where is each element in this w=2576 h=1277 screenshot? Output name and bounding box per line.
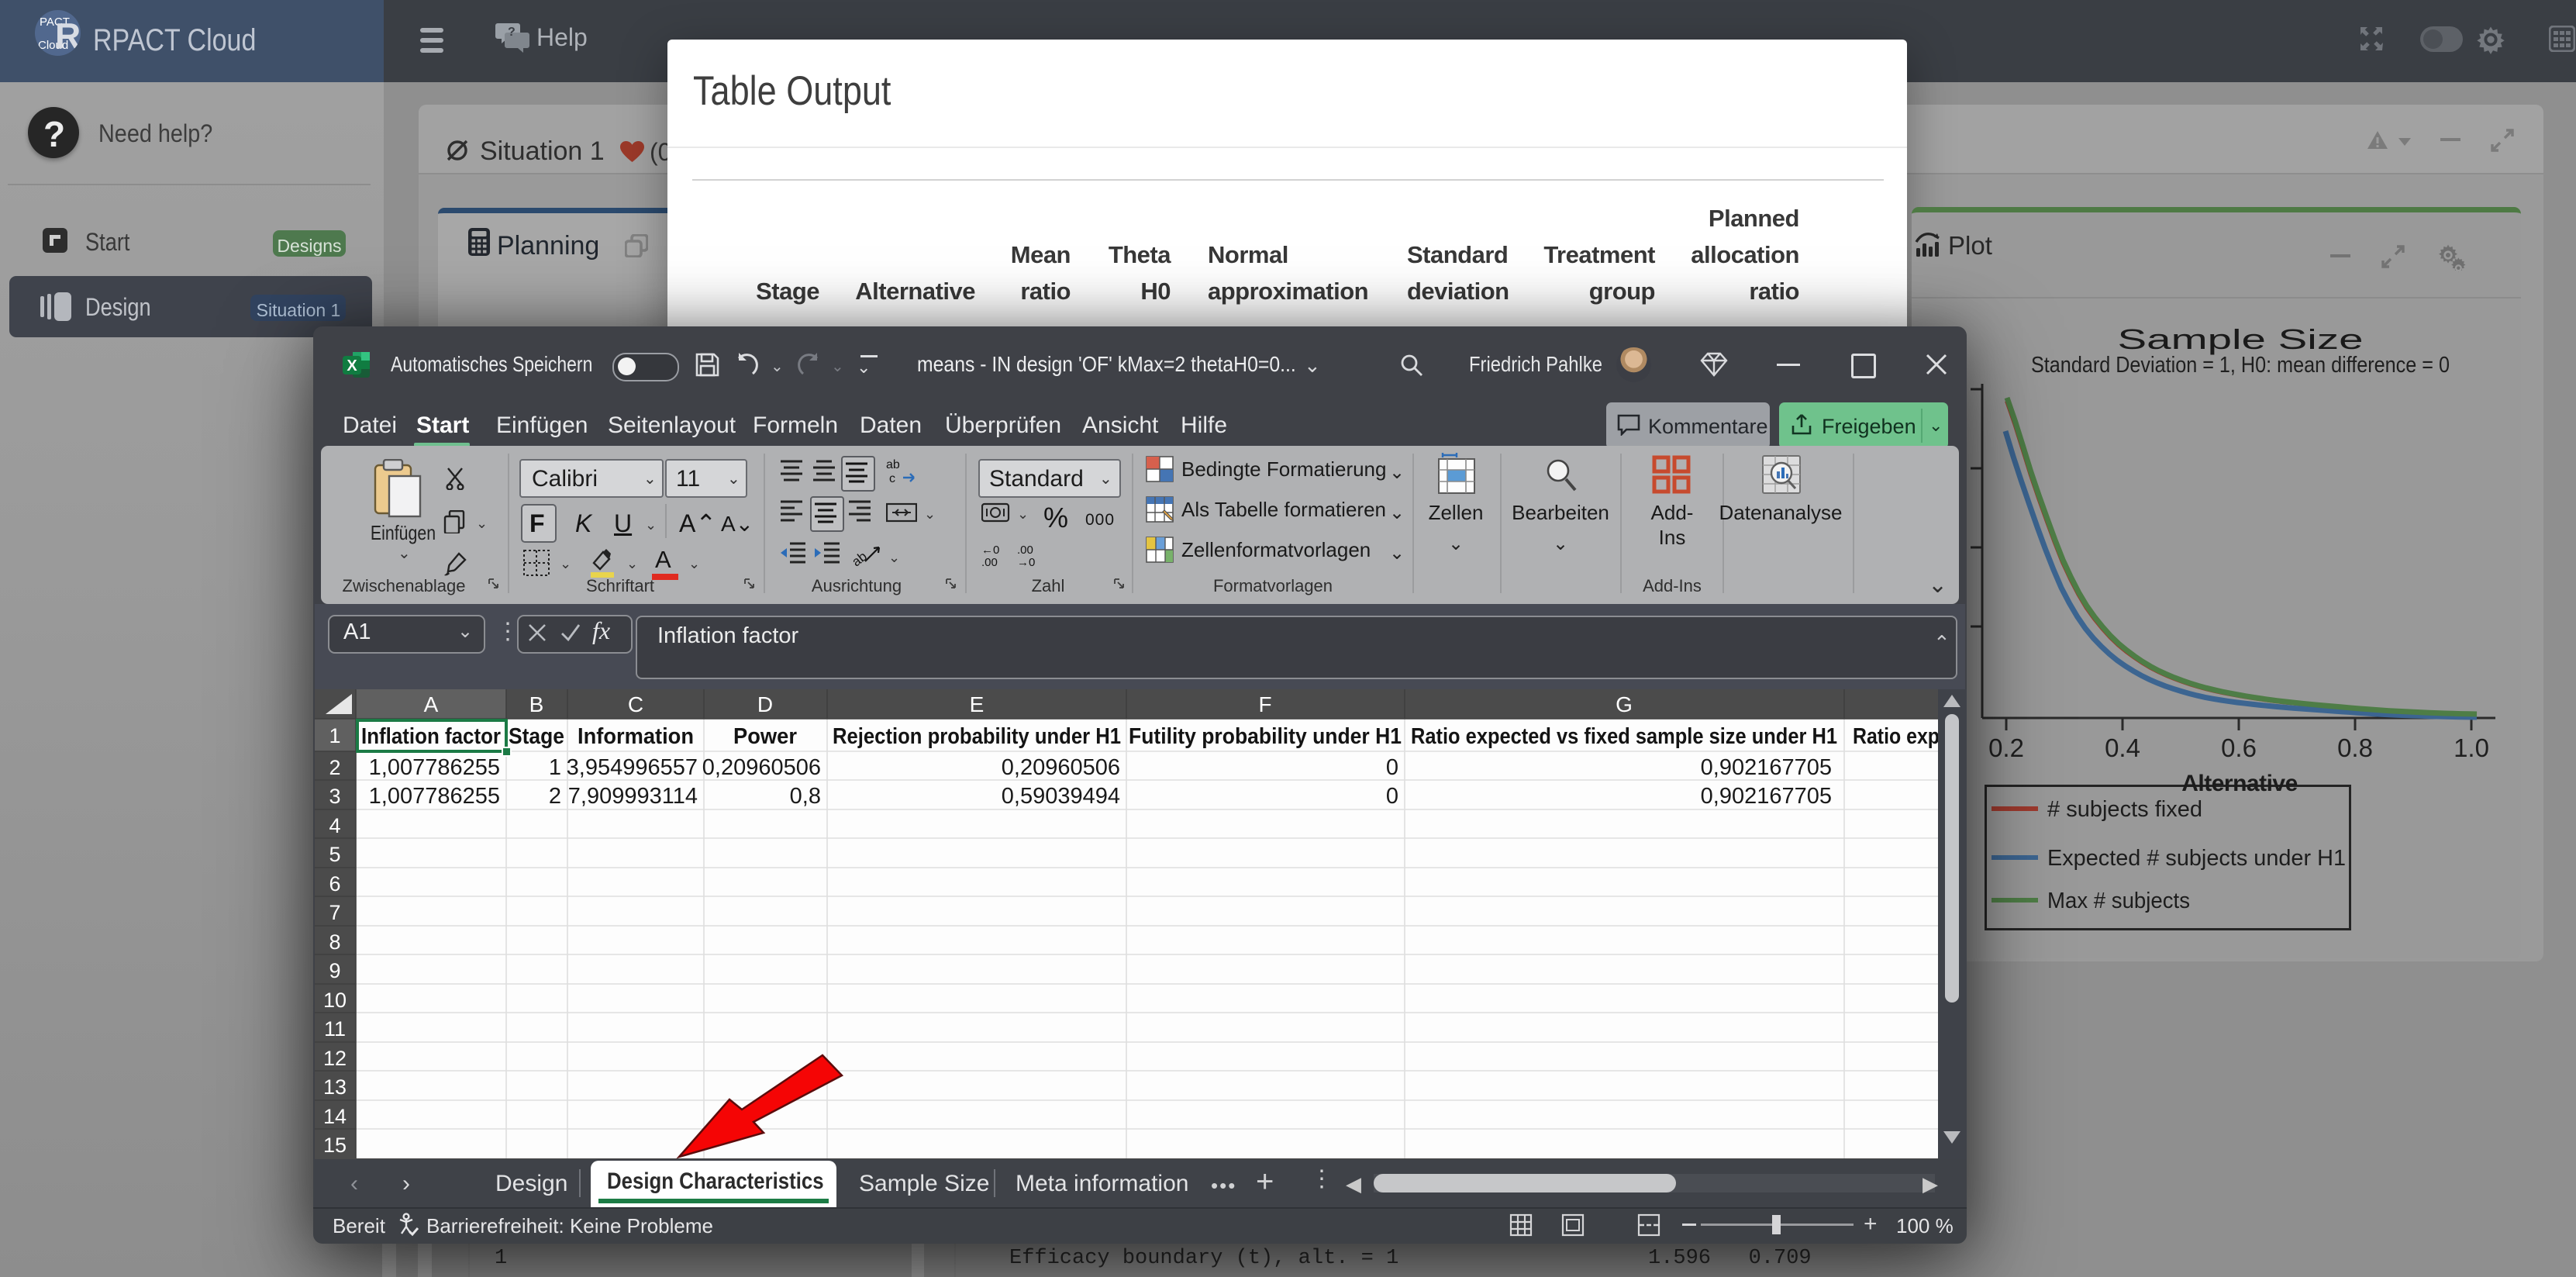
svg-text:6: 6 xyxy=(329,872,340,896)
svg-text:8: 8 xyxy=(329,930,340,954)
svg-text:Power: Power xyxy=(733,724,797,749)
svg-text:3,954996557: 3,954996557 xyxy=(567,755,698,780)
svg-text:Ratio exp: Ratio exp xyxy=(1853,724,1940,749)
svg-text:0.4: 0.4 xyxy=(2105,733,2140,760)
svg-text:A: A xyxy=(424,692,439,716)
svg-text:0: 0 xyxy=(1386,755,1398,780)
svg-text:2: 2 xyxy=(549,784,561,809)
svg-text:9: 9 xyxy=(329,959,340,982)
svg-text:1,007786255: 1,007786255 xyxy=(369,784,500,809)
svg-text:12: 12 xyxy=(323,1047,347,1070)
svg-text:D: D xyxy=(757,692,773,716)
svg-text:.00: .00 xyxy=(1017,544,1033,557)
svg-text:5: 5 xyxy=(329,843,340,866)
svg-text:Rejection probability under H1: Rejection probability under H1 xyxy=(833,724,1121,749)
svg-text:0,902167705: 0,902167705 xyxy=(1701,755,1832,780)
svg-text:15: 15 xyxy=(323,1134,347,1157)
svg-text:c: c xyxy=(889,472,895,485)
svg-text:10: 10 xyxy=(323,989,347,1012)
svg-text:Expected # subjects under H1: Expected # subjects under H1 xyxy=(2047,846,2346,871)
svg-text:X: X xyxy=(347,357,357,374)
svg-text:4: 4 xyxy=(329,814,340,837)
svg-text:Futility probability under H1: Futility probability under H1 xyxy=(1129,724,1402,749)
svg-text:→0: →0 xyxy=(1017,556,1035,569)
svg-text:0.8: 0.8 xyxy=(2337,733,2373,760)
svg-text:ab: ab xyxy=(886,458,900,471)
svg-text:1.0: 1.0 xyxy=(2454,733,2489,760)
svg-text:Ratio expected vs fixed sample: Ratio expected vs fixed sample size unde… xyxy=(1411,724,1837,749)
svg-text:0: 0 xyxy=(1386,784,1398,809)
svg-text:E: E xyxy=(970,692,985,716)
svg-text:C: C xyxy=(628,692,643,716)
svg-text:B: B xyxy=(529,692,544,716)
svg-text:11: 11 xyxy=(324,1017,346,1041)
svg-text:0.6: 0.6 xyxy=(2221,733,2257,760)
svg-text:.00: .00 xyxy=(981,556,998,569)
svg-text:1: 1 xyxy=(329,724,340,747)
svg-text:F: F xyxy=(1258,692,1271,716)
svg-text:7,909993114: 7,909993114 xyxy=(568,784,698,809)
svg-text:7: 7 xyxy=(329,901,340,924)
svg-text:# subjects fixed: # subjects fixed xyxy=(2047,797,2202,822)
svg-text:0,902167705: 0,902167705 xyxy=(1701,784,1832,809)
svg-text:Stage: Stage xyxy=(509,724,564,749)
svg-text:0,59039494: 0,59039494 xyxy=(1002,784,1120,809)
svg-text:0,20960506: 0,20960506 xyxy=(1002,755,1120,780)
svg-text:3: 3 xyxy=(329,785,340,808)
svg-text:14: 14 xyxy=(323,1105,347,1128)
svg-text:Inflation factor: Inflation factor xyxy=(361,724,501,749)
svg-text:1: 1 xyxy=(549,755,561,780)
svg-text:2: 2 xyxy=(329,756,340,779)
svg-text:0.2: 0.2 xyxy=(1988,733,2024,760)
svg-text:0,8: 0,8 xyxy=(790,784,821,809)
svg-text:1,007786255: 1,007786255 xyxy=(369,755,500,780)
svg-text:←0: ←0 xyxy=(981,544,999,557)
svg-text:0,20960506: 0,20960506 xyxy=(702,755,821,780)
svg-text:?: ? xyxy=(508,26,516,39)
svg-text:Max # subjects: Max # subjects xyxy=(2047,889,2190,913)
svg-text:G: G xyxy=(1616,692,1633,716)
svg-text:13: 13 xyxy=(323,1075,347,1099)
svg-text:Information: Information xyxy=(578,724,694,749)
